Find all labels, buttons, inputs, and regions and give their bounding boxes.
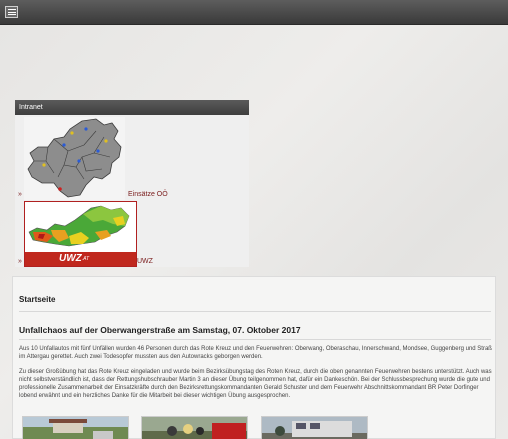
article-photo-thumbnail[interactable] <box>141 416 248 439</box>
uwz-logo-suffix: .AT <box>81 256 90 262</box>
hamburger-menu-icon[interactable] <box>5 6 18 18</box>
top-navigation-bar <box>0 0 508 25</box>
upper-austria-map-image[interactable] <box>24 117 125 200</box>
page-title: Startseite <box>19 295 56 304</box>
sidebar-link-uwz[interactable]: UWZ <box>137 258 153 265</box>
uwz-logo-text: UWZ <box>59 253 82 264</box>
uwz-weather-map-image[interactable]: UWZ.AT <box>24 201 137 267</box>
sidebar-link-bullet: » <box>18 191 22 198</box>
main-content: Startseite Unfallchaos auf der Oberwange… <box>12 276 496 439</box>
sidebar-link-einsaetze-ooe[interactable]: Einsätze OÖ <box>128 191 168 198</box>
divider <box>19 339 491 340</box>
article-photo-thumbnail[interactable] <box>261 416 368 439</box>
article-photo-thumbnail[interactable] <box>22 416 129 439</box>
divider <box>19 311 491 312</box>
sidebar-title: Intranet <box>15 100 249 115</box>
uwz-logo: UWZ.AT <box>25 252 136 266</box>
article-paragraph: Aus 10 Unfallautos mit fünf Unfällen wur… <box>19 346 492 360</box>
article-title[interactable]: Unfallchaos auf der Oberwangerstraße am … <box>19 325 301 335</box>
sidebar-link-bullet: » <box>18 258 22 265</box>
article-paragraph: Zu dieser Großübung hat das Rote Kreuz e… <box>19 369 492 399</box>
sidebar-panel: » Einsätze OÖ UWZ.AT » UWZ <box>15 115 249 267</box>
